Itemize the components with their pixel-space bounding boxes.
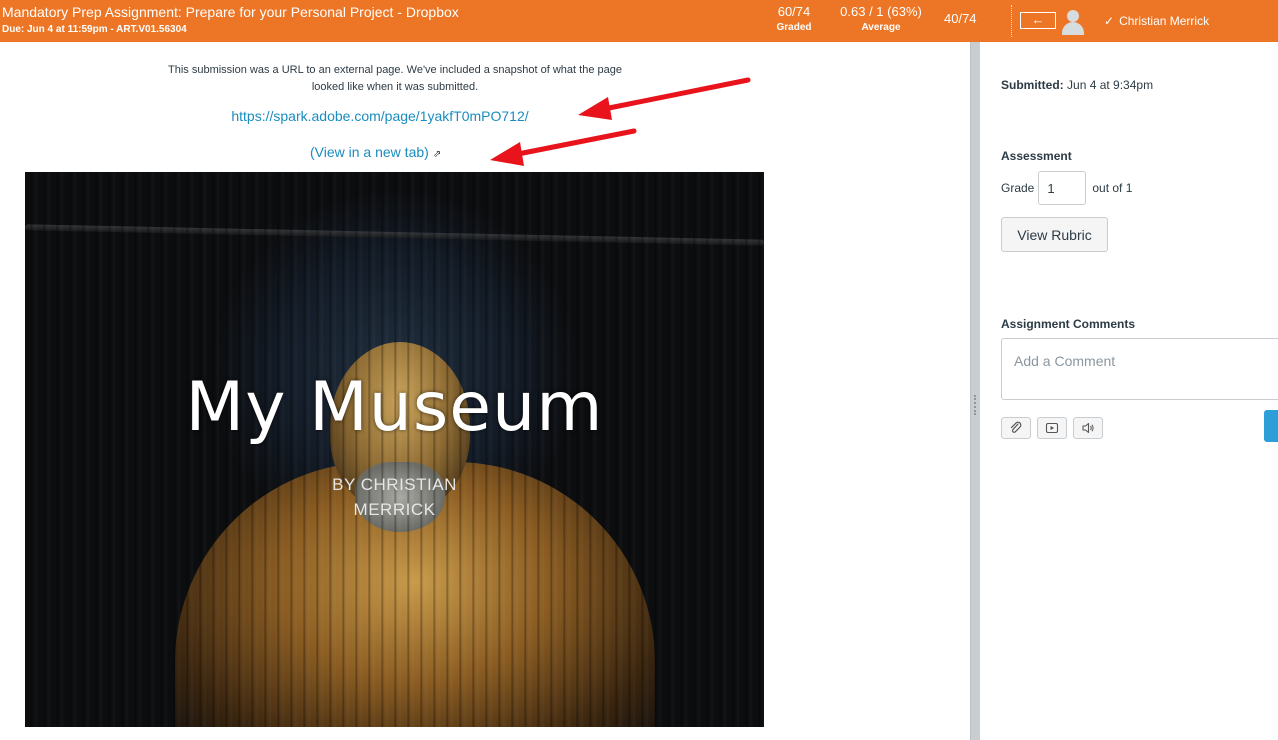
avatar [1060,9,1086,35]
submission-snapshot: My Museum BY CHRISTIAN MERRICK [25,172,764,727]
submission-url-link[interactable]: https://spark.adobe.com/page/1yakfT0mPO7… [180,108,580,124]
student-selector[interactable]: ✓ Christian Merrick [1104,14,1209,28]
attach-file-button[interactable] [1001,417,1031,439]
media-icon [1045,422,1059,434]
header-divider [1011,5,1012,37]
graded-count: 60/74 [777,4,811,19]
average-stat: 0.63 / 1 (63%) Average [832,3,930,35]
external-link-icon: ⇗ [432,149,442,160]
graded-stat: 60/74 Graded [772,3,816,35]
grade-input[interactable] [1038,171,1087,205]
media-comment-button[interactable] [1037,417,1067,439]
assessment-heading: Assessment [1001,149,1072,163]
submission-notice: This submission was a URL to an external… [168,64,622,93]
snapshot-byline: BY CHRISTIAN MERRICK [25,472,764,522]
check-icon: ✓ [1104,14,1115,28]
submit-comment-button[interactable] [1264,410,1278,442]
graded-label: Graded [776,22,812,33]
average-value: 0.63 / 1 (63%) [840,4,922,19]
due-date: Due: Jun 4 at 11:59pm - ART.V01.56304 [2,24,187,35]
assignment-title[interactable]: Mandatory Prep Assignment: Prepare for y… [2,3,459,21]
byline-line-1: BY CHRISTIAN [332,475,457,494]
byline-line-2: MERRICK [353,500,436,519]
grade-label: Grade [1001,181,1035,195]
arrow-left-icon: ← [1031,12,1045,27]
grade-out-of: out of 1 [1092,181,1133,195]
assignment-info: Mandatory Prep Assignment: Prepare for y… [2,3,459,37]
new-tab-label: (View in a new tab) [310,144,429,160]
grade-row: Grade out of 1 [1001,171,1132,205]
previous-student-button[interactable]: ← [1020,12,1056,29]
audio-icon [1082,422,1094,434]
student-name: Christian Merrick [1119,14,1210,28]
resize-grip-icon[interactable] [974,395,976,415]
submitted-value: Jun 4 at 9:34pm [1067,78,1154,92]
comments-heading: Assignment Comments [1001,317,1136,331]
drip-texture [25,172,764,727]
view-in-new-tab-link[interactable]: (View in a new tab) ⇗ [310,144,441,160]
snapshot-title: My Museum [185,368,604,447]
speedgrader-header: Mandatory Prep Assignment: Prepare for y… [0,0,1278,42]
average-label: Average [861,22,901,33]
pane-resize-handle[interactable] [970,42,980,740]
view-rubric-button[interactable]: View Rubric [1001,217,1108,252]
submitted-label: Submitted: [1001,78,1064,92]
comment-input[interactable] [1001,338,1278,400]
submission-pane: This submission was a URL to an external… [0,42,970,740]
submitted-info: Submitted: Jun 4 at 9:34pm [1001,78,1153,92]
paperclip-icon [1010,421,1022,433]
student-position: 40/74 [944,11,977,26]
grading-sidebar: Submitted: Jun 4 at 9:34pm Assessment Gr… [980,42,1278,740]
audio-comment-button[interactable] [1073,417,1103,439]
